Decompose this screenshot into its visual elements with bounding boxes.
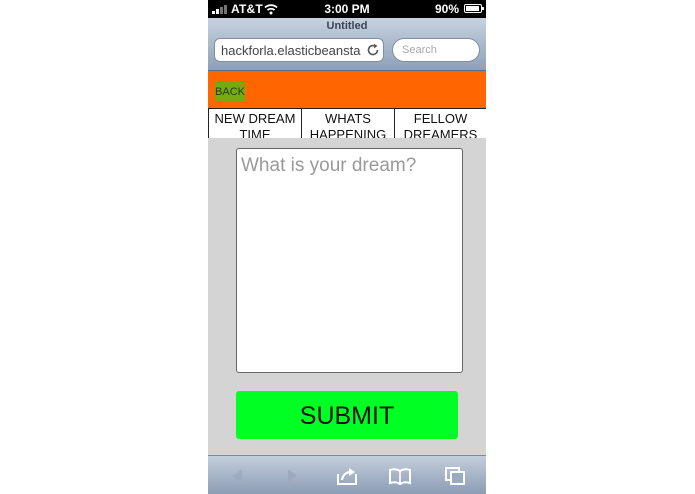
page-title: Untitled: [326, 20, 368, 32]
tab-whats-happening[interactable]: WHATS HAPPENING: [301, 108, 394, 138]
status-bar: AT&T 3:00 PM 90%: [208, 0, 486, 18]
dream-textarea[interactable]: What is your dream?: [236, 148, 463, 373]
back-button[interactable]: BACK: [215, 82, 245, 102]
bookmarks-icon[interactable]: [389, 466, 411, 486]
battery-percentage: 90%: [434, 2, 459, 16]
search-placeholder: Search: [402, 44, 437, 56]
url-field[interactable]: hackforla.elasticbeanstalk: [214, 38, 384, 62]
tab-new-dream-time[interactable]: NEW DREAM TIME: [208, 108, 301, 138]
forward-arrow-icon[interactable]: [281, 466, 303, 486]
reload-icon[interactable]: [366, 43, 380, 57]
battery-icon: [464, 4, 484, 13]
search-input[interactable]: Search: [392, 38, 480, 62]
browser-toolbar: [208, 455, 486, 494]
url-text: hackforla.elasticbeanstalk: [221, 43, 361, 58]
app-header: BACK: [208, 71, 486, 108]
tabs-icon[interactable]: [444, 466, 466, 486]
tab-bar: NEW DREAM TIME WHATS HAPPENING FELLOW DR…: [208, 108, 486, 138]
tab-fellow-dreamers[interactable]: FELLOW DREAMERS: [394, 108, 486, 138]
browser-nav-bar: Untitled hackforla.elasticbeanstalk Sear…: [208, 18, 486, 71]
submit-button[interactable]: SUBMIT: [236, 391, 458, 439]
share-icon[interactable]: [336, 466, 358, 486]
back-arrow-icon[interactable]: [227, 466, 249, 486]
phone-screen: AT&T 3:00 PM 90% Untitled hackforla.elas…: [208, 0, 486, 494]
dream-placeholder: What is your dream?: [241, 155, 417, 176]
